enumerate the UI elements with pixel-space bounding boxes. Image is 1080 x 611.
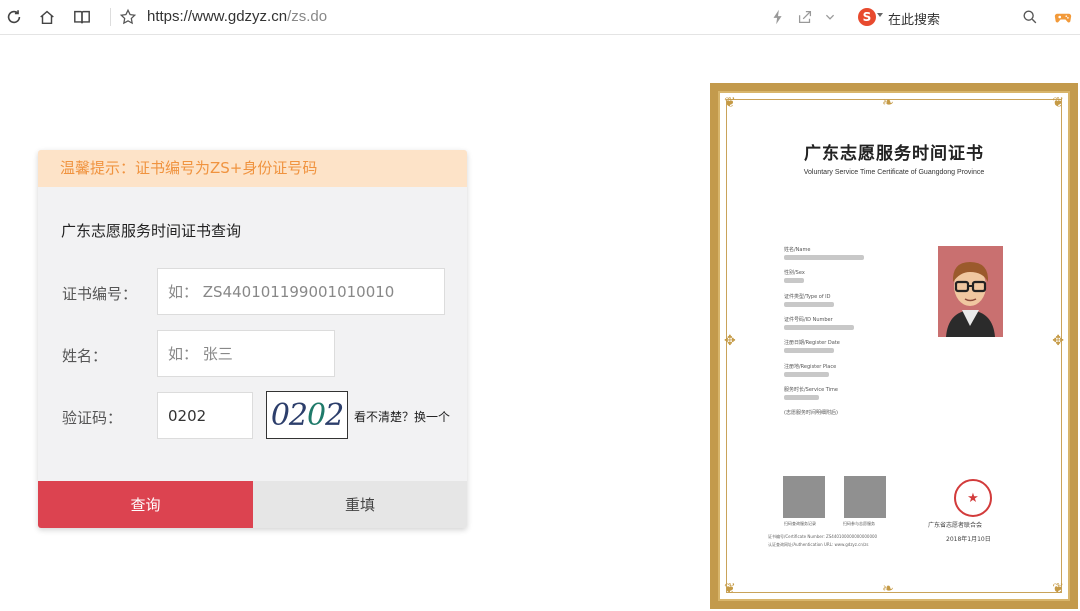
cert-no-label: 证书编号： <box>62 285 138 303</box>
search-engine-icon[interactable]: S <box>858 8 876 26</box>
side-ornament-icon: ✥ <box>1052 333 1064 349</box>
cert-no-input[interactable] <box>157 268 445 315</box>
home-icon[interactable] <box>37 7 57 27</box>
name-label: 姓名： <box>62 347 108 365</box>
field-label: 姓名/Name <box>784 247 811 253</box>
corner-ornament-icon: ❦ <box>724 95 736 111</box>
chevron-down-icon[interactable] <box>820 7 840 27</box>
search-box[interactable]: 在此搜索 <box>888 9 940 28</box>
form-title: 广东志愿服务时间证书查询 <box>61 222 242 240</box>
top-ornament-icon: ❧ <box>882 95 894 111</box>
redacted-value <box>784 348 834 353</box>
redacted-value <box>784 325 854 330</box>
official-seal-icon: ★ <box>954 479 992 517</box>
qr-label: 扫码参与志愿服务 <box>843 521 875 526</box>
browser-toolbar: https://www.gdzyz.cn/zs.do S 在此搜索 <box>0 0 1080 35</box>
field-label: 性别/Sex <box>784 270 805 276</box>
captcha-char: 0 <box>307 397 326 433</box>
authentication-url-line: 认证查询网址/Authentication URL: www.gdzyz.cn/… <box>768 542 869 547</box>
url-host: https://www.gdzyz.cn <box>147 8 288 25</box>
field-label: 注册地/Register Place <box>784 364 837 370</box>
corner-ornament-icon: ❦ <box>1052 95 1064 111</box>
captcha-char: 2 <box>325 397 344 433</box>
reading-mode-icon[interactable] <box>72 7 92 27</box>
reset-button[interactable]: 重填 <box>253 481 467 528</box>
redacted-value <box>784 255 864 260</box>
certificate-note: (志愿服务时间明细附后) <box>784 410 838 416</box>
qr-code-service-record <box>783 476 825 518</box>
query-button[interactable]: 查询 <box>38 481 253 528</box>
captcha-input[interactable] <box>157 392 253 439</box>
certificate-sample-image: ❦ ❦ ❦ ❦ ❧ ❧ ✥ ✥ 广东志愿服务时间证书 Voluntary Ser… <box>710 83 1078 609</box>
redacted-value <box>784 372 829 377</box>
lightning-icon[interactable] <box>768 7 788 27</box>
search-icon[interactable] <box>1020 7 1040 27</box>
corner-ornament-icon: ❦ <box>1052 581 1064 597</box>
corner-ornament-icon: ❦ <box>724 581 736 597</box>
captcha-char: 2 <box>288 397 308 433</box>
field-label: 证件类型/Type of ID <box>784 294 831 300</box>
bookmark-star-icon[interactable] <box>118 7 138 27</box>
url-path: /zs.do <box>287 8 328 25</box>
volunteer-photo <box>938 246 1003 337</box>
redacted-value <box>784 278 804 283</box>
redacted-value <box>784 395 819 400</box>
refresh-captcha-link[interactable]: 看不清楚？换一个 <box>354 408 450 425</box>
name-input[interactable] <box>157 330 335 377</box>
tip-banner: 温馨提示：证书编号为ZS+身份证号码 <box>38 150 467 187</box>
issue-date: 2018年1月10日 <box>946 536 991 543</box>
side-ornament-icon: ✥ <box>724 333 736 349</box>
field-label: 证件号码/ID Number <box>784 317 833 323</box>
bottom-ornament-icon: ❧ <box>882 581 894 597</box>
field-label: 服务时长/Service Time <box>784 387 838 393</box>
redacted-value <box>784 302 834 307</box>
certificate-title: 广东志愿服务时间证书 <box>804 144 984 164</box>
qr-code-join-service <box>844 476 886 518</box>
certificate-subtitle: Voluntary Service Time Certificate of Gu… <box>803 169 985 176</box>
qr-label: 扫码查询服务记录 <box>784 521 816 526</box>
game-controller-icon[interactable] <box>1052 7 1074 27</box>
certificate-query-card: 温馨提示：证书编号为ZS+身份证号码 广东志愿服务时间证书查询 证书编号： 姓名… <box>38 150 467 528</box>
address-bar[interactable]: https://www.gdzyz.cn/zs.do <box>147 8 327 25</box>
certificate-frame <box>718 91 1070 601</box>
issuing-organization: 广东省志愿者联合会 <box>928 522 983 529</box>
field-label: 注册日期/Register Date <box>784 340 840 346</box>
toolbar-divider <box>110 8 111 26</box>
search-engine-caret-icon[interactable] <box>877 13 883 17</box>
certificate-number-line: 证书编号/Certificate Number: ZS4401000000000… <box>768 534 878 539</box>
reload-icon[interactable] <box>4 7 24 27</box>
captcha-char: 0 <box>270 397 290 433</box>
captcha-image[interactable]: 0202 <box>266 391 348 439</box>
share-icon[interactable] <box>795 7 815 27</box>
captcha-label: 验证码： <box>62 409 123 427</box>
